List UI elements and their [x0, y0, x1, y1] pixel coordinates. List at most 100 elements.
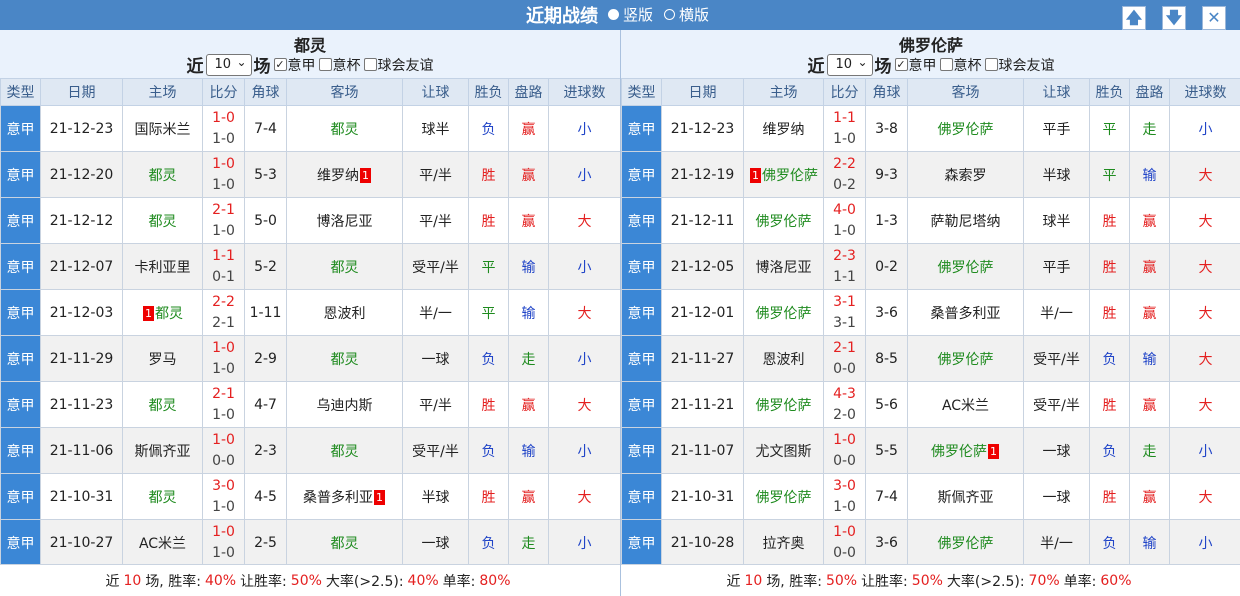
filter-checkbox[interactable]: ✓: [894, 58, 908, 71]
away-team-cell[interactable]: 博洛尼亚: [286, 197, 403, 244]
away-team-cell[interactable]: 佛罗伦萨 1: [907, 427, 1024, 474]
home-team-cell[interactable]: 佛罗伦萨: [743, 381, 824, 428]
away-team-cell[interactable]: AC米兰: [907, 381, 1024, 428]
home-team-cell[interactable]: 罗马: [122, 335, 203, 382]
home-team-cell[interactable]: 都灵: [122, 381, 203, 428]
league-cell[interactable]: 意甲: [0, 519, 41, 566]
filter-checkbox[interactable]: [984, 58, 998, 71]
league-cell[interactable]: 意甲: [621, 197, 662, 244]
score-cell[interactable]: 3-1 3-1: [823, 289, 866, 336]
scroll-up-button[interactable]: 🡅: [1122, 6, 1146, 30]
option-horizontal[interactable]: 横版: [664, 4, 709, 25]
away-team-cell[interactable]: 都灵: [286, 519, 403, 566]
away-team-cell[interactable]: 都灵: [286, 427, 403, 474]
league-cell[interactable]: 意甲: [621, 243, 662, 290]
score-cell[interactable]: 2-3 1-1: [823, 243, 866, 290]
away-team-cell[interactable]: 乌迪内斯: [286, 381, 403, 428]
home-team-cell[interactable]: 佛罗伦萨: [743, 289, 824, 336]
home-team-cell[interactable]: 都灵: [122, 197, 203, 244]
score-cell[interactable]: 1-0 0-0: [823, 519, 866, 566]
score-cell[interactable]: 1-0 1-0: [202, 519, 245, 566]
radio-icon[interactable]: [664, 9, 675, 20]
score-cell[interactable]: 2-1 1-0: [202, 197, 245, 244]
score-cell[interactable]: 2-2 0-2: [823, 151, 866, 198]
away-team-cell[interactable]: 都灵: [286, 335, 403, 382]
away-team-cell[interactable]: 桑普多利亚 1: [286, 473, 403, 520]
score-cell[interactable]: 1-0 0-0: [823, 427, 866, 474]
away-team-cell[interactable]: 都灵: [286, 243, 403, 290]
filter-checkbox[interactable]: ✓: [273, 58, 287, 71]
league-cell[interactable]: 意甲: [0, 289, 41, 336]
scroll-down-button[interactable]: 🡇: [1162, 6, 1186, 30]
score-cell[interactable]: 4-0 1-0: [823, 197, 866, 244]
away-team-cell[interactable]: 佛罗伦萨: [907, 335, 1024, 382]
home-team-cell[interactable]: 佛罗伦萨: [743, 197, 824, 244]
league-cell[interactable]: 意甲: [621, 381, 662, 428]
score-cell[interactable]: 1-0 1-0: [202, 151, 245, 198]
away-team-cell[interactable]: 佛罗伦萨: [907, 243, 1024, 290]
home-team-cell[interactable]: 佛罗伦萨: [743, 473, 824, 520]
home-team-cell[interactable]: 博洛尼亚: [743, 243, 824, 290]
league-cell[interactable]: 意甲: [621, 151, 662, 198]
away-team-cell[interactable]: 都灵: [286, 105, 403, 152]
league-cell[interactable]: 意甲: [0, 473, 41, 520]
away-team-cell[interactable]: 佛罗伦萨: [907, 105, 1024, 152]
home-team-cell[interactable]: 维罗纳: [743, 105, 824, 152]
league-cell[interactable]: 意甲: [621, 427, 662, 474]
home-team-cell[interactable]: 卡利亚里: [122, 243, 203, 290]
filter-checkbox[interactable]: [318, 58, 332, 71]
league-cell[interactable]: 意甲: [621, 519, 662, 566]
score-cell[interactable]: 2-2 2-1: [202, 289, 245, 336]
league-cell[interactable]: 意甲: [0, 335, 41, 382]
away-team-cell[interactable]: 森索罗: [907, 151, 1024, 198]
goals-cell: 大: [1169, 381, 1240, 428]
league-cell[interactable]: 意甲: [621, 289, 662, 336]
league-cell[interactable]: 意甲: [0, 381, 41, 428]
away-team-cell[interactable]: 佛罗伦萨: [907, 519, 1024, 566]
score-cell[interactable]: 1-1 0-1: [202, 243, 245, 290]
away-team-cell[interactable]: 萨勒尼塔纳: [907, 197, 1024, 244]
league-cell[interactable]: 意甲: [0, 151, 41, 198]
match-count-select[interactable]: 10 ⌄: [205, 53, 252, 76]
handicap-cell: 受平/半: [1023, 381, 1090, 428]
away-team-name: 斯佩齐亚: [937, 489, 994, 506]
score-cell[interactable]: 1-0 0-0: [202, 427, 245, 474]
home-team-cell[interactable]: 都灵: [122, 473, 203, 520]
home-team-cell[interactable]: AC米兰: [122, 519, 203, 566]
score-cell[interactable]: 4-3 2-0: [823, 381, 866, 428]
filter-checkbox[interactable]: [939, 58, 953, 71]
league-cell[interactable]: 意甲: [0, 197, 41, 244]
home-team-cell[interactable]: 1 都灵: [122, 289, 203, 336]
score-cell[interactable]: 3-0 1-0: [202, 473, 245, 520]
radio-icon[interactable]: [608, 9, 619, 20]
option-vertical[interactable]: 竖版: [608, 4, 653, 25]
goals-cell: 小: [548, 105, 621, 152]
away-team-cell[interactable]: 桑普多利亚: [907, 289, 1024, 336]
league-cell[interactable]: 意甲: [0, 243, 41, 290]
score-cell[interactable]: 1-0 1-0: [202, 335, 245, 382]
league-cell[interactable]: 意甲: [621, 473, 662, 520]
match-count-select[interactable]: 10 ⌄: [826, 53, 873, 76]
score-cell[interactable]: 2-1 0-0: [823, 335, 866, 382]
filter-checkbox[interactable]: [363, 58, 377, 71]
close-button[interactable]: ✕: [1202, 6, 1226, 30]
away-team-cell[interactable]: 斯佩齐亚: [907, 473, 1024, 520]
league-cell[interactable]: 意甲: [0, 105, 41, 152]
score-cell[interactable]: 2-1 1-0: [202, 381, 245, 428]
home-team-cell[interactable]: 国际米兰: [122, 105, 203, 152]
score-cell[interactable]: 1-1 1-0: [823, 105, 866, 152]
home-team-cell[interactable]: 拉齐奥: [743, 519, 824, 566]
home-team-cell[interactable]: 尤文图斯: [743, 427, 824, 474]
away-team-name: 恩波利: [323, 305, 366, 322]
home-team-cell[interactable]: 1 佛罗伦萨: [743, 151, 824, 198]
score-cell[interactable]: 1-0 1-0: [202, 105, 245, 152]
home-team-cell[interactable]: 都灵: [122, 151, 203, 198]
league-cell[interactable]: 意甲: [0, 427, 41, 474]
home-team-cell[interactable]: 恩波利: [743, 335, 824, 382]
league-cell[interactable]: 意甲: [621, 335, 662, 382]
home-team-cell[interactable]: 斯佩齐亚: [122, 427, 203, 474]
league-cell[interactable]: 意甲: [621, 105, 662, 152]
away-team-cell[interactable]: 恩波利: [286, 289, 403, 336]
score-cell[interactable]: 3-0 1-0: [823, 473, 866, 520]
away-team-cell[interactable]: 维罗纳 1: [286, 151, 403, 198]
